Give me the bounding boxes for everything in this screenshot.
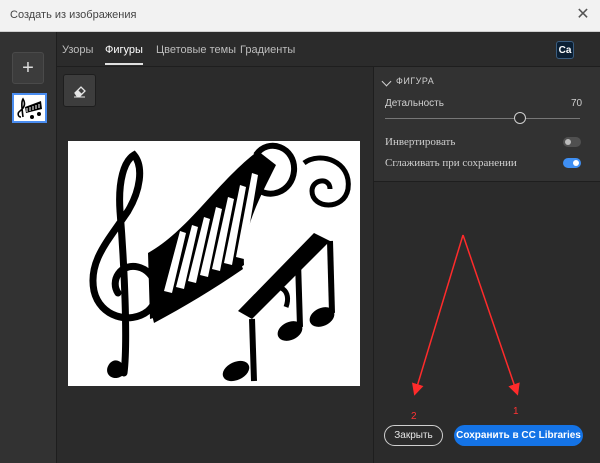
plus-icon: + xyxy=(22,57,34,79)
section-title: ФИГУРА xyxy=(396,76,435,86)
capture-app-badge: Ca xyxy=(556,41,574,59)
detail-slider-handle[interactable] xyxy=(514,112,526,124)
save-to-cc-libraries-button[interactable]: Сохранить в CC Libraries xyxy=(454,425,583,446)
tab-shapes[interactable]: Фигуры xyxy=(105,44,143,65)
invert-toggle[interactable] xyxy=(563,137,581,147)
annotation-number-2: 2 xyxy=(411,411,417,422)
eraser-button[interactable] xyxy=(63,74,96,107)
tab-patterns[interactable]: Узоры xyxy=(62,44,93,56)
close-button[interactable]: Закрыть xyxy=(384,425,443,446)
detail-value: 70 xyxy=(571,98,583,109)
eraser-icon xyxy=(74,86,86,98)
shape-preview xyxy=(68,141,360,386)
music-thumbnail-icon xyxy=(17,97,42,119)
toggle-knob xyxy=(565,139,571,145)
close-icon[interactable]: ✕ xyxy=(574,6,592,24)
window-title: Создать из изображения xyxy=(10,9,137,21)
tab-gradients[interactable]: Градиенты xyxy=(240,44,295,56)
annotation-number-1: 1 xyxy=(513,406,519,417)
smooth-label: Сглаживать при сохранении xyxy=(385,157,517,169)
image-thumbnail[interactable] xyxy=(12,93,47,123)
music-clef-piano-graphic xyxy=(89,142,351,382)
detail-label: Детальность xyxy=(385,98,444,109)
add-image-button[interactable]: + xyxy=(12,52,44,84)
toggle-knob xyxy=(573,160,579,166)
smooth-toggle[interactable] xyxy=(563,158,581,168)
tab-color-themes[interactable]: Цветовые темы xyxy=(156,44,236,56)
tab-bar: Узоры Фигуры Цветовые темы Градиенты xyxy=(57,32,600,67)
invert-label: Инвертировать xyxy=(385,136,456,148)
title-bar: Создать из изображения ✕ xyxy=(0,0,600,32)
panel-empty-area xyxy=(373,182,600,463)
detail-slider-track[interactable] xyxy=(385,118,580,119)
